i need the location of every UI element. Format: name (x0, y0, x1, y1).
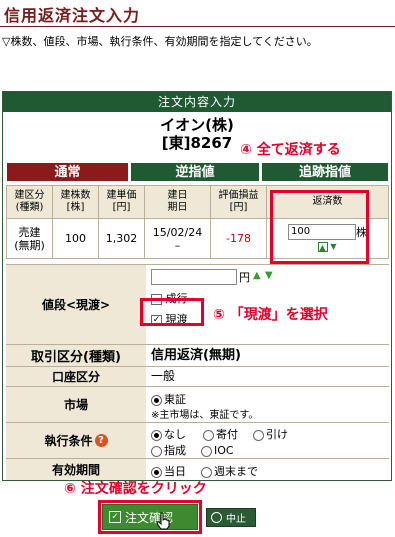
period-today-radio[interactable] (151, 466, 162, 478)
help-icon[interactable]: ? (94, 434, 108, 447)
period-today-label: 当日 (164, 465, 186, 478)
header-date: 建日 期日 (144, 185, 211, 219)
cell-pnl: -178 (210, 218, 267, 259)
exec-limit-market-label: 指成 (164, 444, 186, 457)
cancel-button[interactable]: 中止 (206, 508, 256, 527)
highlight-genwatashi (140, 298, 204, 326)
period-row: 有効期間 当日 週末まで (6, 458, 389, 480)
yen-label: 円 (239, 271, 250, 284)
period-week-radio[interactable] (201, 466, 212, 478)
account-value: 一般 (151, 369, 176, 383)
market-row: 市場 東証 ※主市場は、東証です。 (6, 386, 389, 422)
cancel-icon (211, 512, 222, 523)
account-label: 口座区分 (6, 367, 146, 386)
instruction-text: ▽株数、値段、市場、執行条件、有効期間を指定してください。 (2, 35, 318, 48)
header-pnl: 評価損益 [円] (210, 185, 267, 219)
cell-date: 15/02/24 – (144, 218, 211, 259)
tab-trailing-stop[interactable]: 追跡指値 (261, 162, 389, 182)
exec-open-radio[interactable] (203, 429, 214, 441)
title-divider (0, 26, 395, 27)
page-title: 信用返済注文入力 (4, 6, 141, 25)
header-quantity: 建株数 [株] (52, 185, 99, 219)
confirm-order-button[interactable]: ✓ 注文確認 (102, 504, 198, 530)
cancel-label: 中止 (226, 514, 246, 525)
tab-normal[interactable]: 通常 (6, 162, 129, 182)
credit-type-row: 取引区分(種類) 信用返済(無期) (6, 344, 389, 366)
annotation-step4: ④ 全て返済する (240, 142, 341, 158)
period-week-label: 週末まで (214, 465, 258, 478)
hand-cursor-icon (156, 512, 170, 530)
period-label: 有効期間 (6, 459, 146, 480)
exec-none-radio[interactable] (151, 429, 162, 441)
market-tse-radio[interactable] (151, 394, 162, 406)
exec-none-label: なし (164, 428, 186, 441)
exec-close-radio[interactable] (253, 429, 264, 441)
price-up-icon[interactable]: ▲ (253, 270, 261, 281)
execution-row: 執行条件? なし 寄付 引け 指成 IOC (6, 422, 389, 458)
account-row: 口座区分 一般 (6, 366, 389, 386)
exec-ioc-radio[interactable] (201, 445, 212, 457)
market-label: 市場 (6, 387, 146, 422)
header-position-type: 建区分 (種類) (6, 185, 53, 219)
tab-stop-limit[interactable]: 逆指値 (130, 162, 260, 182)
credit-type-value: 信用返済(無期) (151, 348, 241, 363)
execution-label: 執行条件 (44, 434, 93, 448)
exec-close-label: 引け (266, 428, 288, 441)
cell-quantity: 100 (52, 218, 99, 259)
cell-position-type: 売建 (無期) (6, 218, 53, 259)
annotation-step6: ⑥ 注文確認をクリック (64, 481, 207, 497)
market-note: ※主市場は、東証です。 (151, 410, 259, 421)
panel-header: 注文内容入力 (3, 92, 391, 112)
price-label: 値段<現渡> (6, 265, 146, 344)
price-input[interactable] (151, 269, 237, 285)
header-price: 建単価 [円] (98, 185, 145, 219)
annotation-step5: ⑤ 「現渡」を選択 (213, 307, 328, 323)
highlight-repay-qty (270, 190, 369, 264)
credit-type-label: 取引区分(種類) (6, 345, 146, 366)
price-down-icon[interactable]: ▼ (265, 270, 273, 281)
market-tse-label: 東証 (164, 393, 186, 406)
cell-price: 1,302 (98, 218, 145, 259)
exec-limit-market-radio[interactable] (151, 445, 162, 457)
exec-ioc-label: IOC (214, 444, 234, 457)
exec-open-label: 寄付 (216, 428, 238, 441)
check-icon: ✓ (109, 511, 121, 523)
